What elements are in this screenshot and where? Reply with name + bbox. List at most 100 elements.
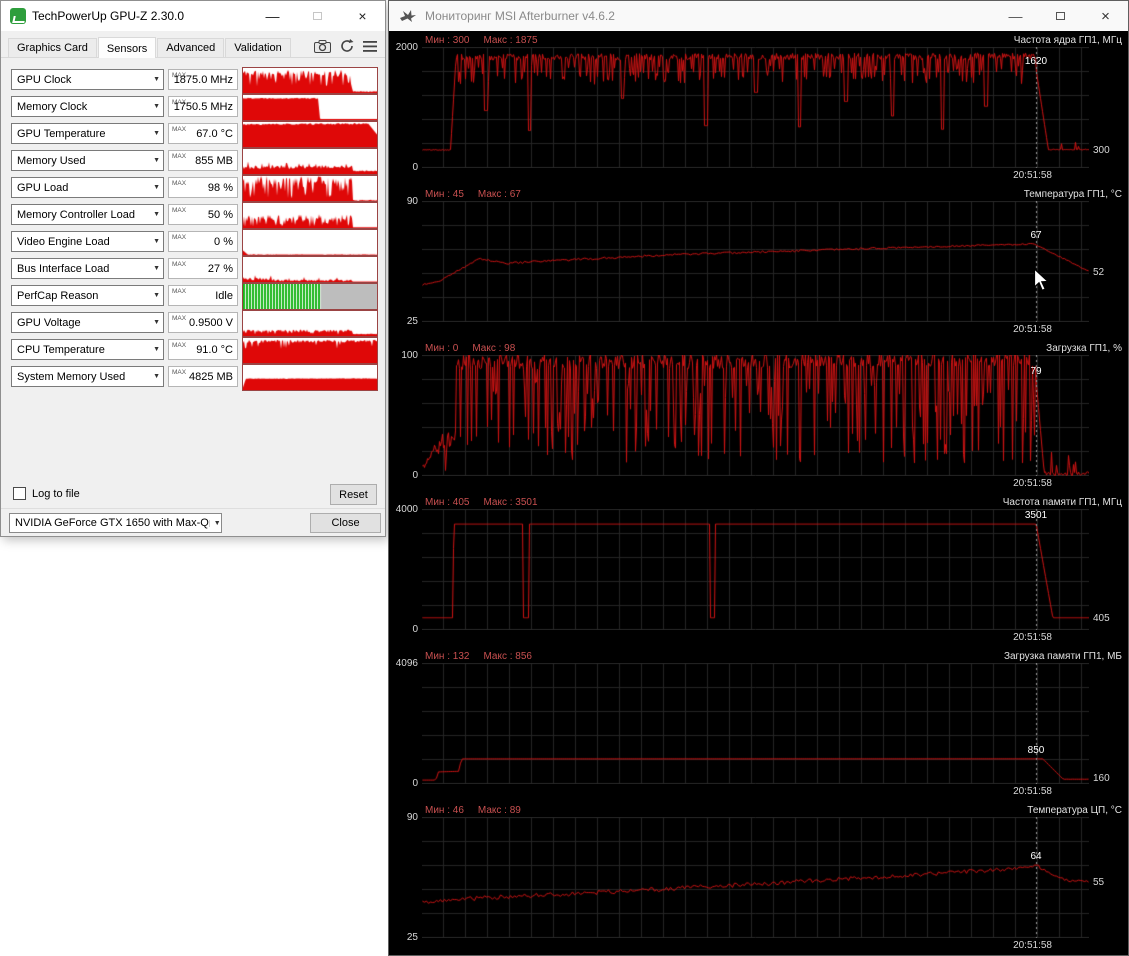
sensor-history-graph bbox=[242, 94, 378, 121]
sensor-name: GPU Voltage bbox=[17, 316, 81, 329]
sensor-name: GPU Clock bbox=[17, 73, 72, 86]
sensor-reading: 855 MB bbox=[195, 154, 233, 167]
graph-max-label: Макс : 3501 bbox=[483, 496, 538, 508]
sensor-select[interactable]: CPU Temperature ▼ bbox=[11, 339, 164, 360]
sensor-value[interactable]: MAX 0 % bbox=[168, 231, 238, 252]
sensor-value[interactable]: MAX 0.9500 V bbox=[168, 312, 238, 333]
gpuz-minimize-button[interactable]: — bbox=[250, 1, 295, 31]
monitor-graph-panel: Мин : 132 Макс : 856 Загрузка памяти ГП1,… bbox=[389, 647, 1128, 801]
sensor-select[interactable]: System Memory Used ▼ bbox=[11, 366, 164, 387]
refresh-icon bbox=[341, 39, 354, 52]
gpuz-close-button[interactable]: × bbox=[340, 1, 385, 31]
sensor-name: Memory Clock bbox=[17, 100, 88, 113]
screenshot-button[interactable] bbox=[314, 39, 331, 53]
sensor-history-graph bbox=[242, 283, 378, 310]
afterburner-close-button[interactable]: × bbox=[1083, 1, 1128, 31]
sensor-list: GPU Clock ▼ MAX 1875.0 MHz Memory Clock … bbox=[1, 66, 385, 391]
y-axis-max-label: 90 bbox=[406, 196, 418, 207]
graph-timestamp: 20:51:58 bbox=[1013, 478, 1052, 489]
monitoring-graphs: Мин : 300 Макс : 1875 Частота ядра ГП1, М… bbox=[389, 31, 1128, 955]
sensor-name: Video Engine Load bbox=[17, 235, 110, 248]
hamburger-menu-icon bbox=[363, 40, 377, 52]
graph-min-label: Мин : 300 bbox=[425, 34, 470, 46]
sensor-value[interactable]: MAX 67.0 °C bbox=[168, 123, 238, 144]
sensor-name: Memory Used bbox=[17, 154, 86, 167]
sensor-max-badge: MAX bbox=[172, 261, 187, 268]
graph-plot[interactable] bbox=[422, 201, 1089, 322]
afterburner-minimize-button[interactable]: — bbox=[993, 1, 1038, 31]
graph-plot[interactable] bbox=[422, 817, 1089, 938]
graph-timestamp: 20:51:58 bbox=[1013, 786, 1052, 797]
sensor-value[interactable]: MAX Idle bbox=[168, 285, 238, 306]
sensor-history-graph bbox=[242, 337, 378, 364]
y-axis-max-label: 90 bbox=[406, 812, 418, 823]
gpuz-logo-icon bbox=[10, 8, 26, 24]
monitor-graph-panel: Мин : 405 Макс : 3501 Частота памяти ГП1,… bbox=[389, 493, 1128, 647]
refresh-button[interactable] bbox=[340, 39, 354, 53]
tab-validation[interactable]: Validation bbox=[225, 38, 291, 57]
sensor-select[interactable]: Memory Clock ▼ bbox=[11, 96, 164, 117]
sensor-select[interactable]: GPU Clock ▼ bbox=[11, 69, 164, 90]
tab-graphics-card[interactable]: Graphics Card bbox=[8, 38, 97, 57]
monitor-graph-panel: Мин : 46 Макс : 89 Температура ЦП, °C 90 … bbox=[389, 801, 1128, 955]
sensor-select[interactable]: Memory Controller Load ▼ bbox=[11, 204, 164, 225]
sensor-history-graph bbox=[242, 67, 378, 94]
chevron-down-icon: ▼ bbox=[153, 184, 160, 191]
sensor-select[interactable]: Bus Interface Load ▼ bbox=[11, 258, 164, 279]
sensor-value[interactable]: MAX 27 % bbox=[168, 258, 238, 279]
sensor-value[interactable]: MAX 1750.5 MHz bbox=[168, 96, 238, 117]
graph-timestamp: 20:51:58 bbox=[1013, 632, 1052, 643]
gpu-select[interactable]: NVIDIA GeForce GTX 1650 with Max-Q ▼ bbox=[9, 513, 222, 533]
afterburner-icon bbox=[400, 10, 416, 22]
sensor-reading: 91.0 °C bbox=[196, 343, 233, 356]
sensor-reading: 4825 MB bbox=[188, 370, 233, 383]
sensor-name: GPU Temperature bbox=[17, 127, 106, 140]
y-axis-max-label: 4000 bbox=[395, 504, 418, 515]
sensor-max-badge: MAX bbox=[172, 180, 187, 187]
sensor-name: GPU Load bbox=[17, 181, 69, 194]
close-button[interactable]: Close bbox=[310, 513, 381, 533]
sensor-reading: 1875.0 MHz bbox=[173, 73, 233, 86]
sensor-reading: 0 % bbox=[214, 235, 233, 248]
chevron-down-icon: ▼ bbox=[153, 103, 160, 110]
log-to-file[interactable]: Log to file bbox=[13, 487, 80, 500]
chevron-down-icon: ▼ bbox=[208, 519, 221, 527]
y-axis-min-label: 0 bbox=[412, 470, 418, 481]
graph-min-label: Мин : 46 bbox=[425, 804, 464, 816]
reset-button[interactable]: Reset bbox=[330, 484, 377, 505]
graph-title: Частота памяти ГП1, МГц bbox=[1002, 496, 1122, 508]
sensor-row: GPU Load ▼ MAX 98 % bbox=[1, 174, 385, 202]
y-axis-min-label: 25 bbox=[406, 932, 418, 943]
graph-timestamp: 20:51:58 bbox=[1013, 940, 1052, 951]
sensor-select[interactable]: GPU Load ▼ bbox=[11, 177, 164, 198]
graph-plot[interactable] bbox=[422, 355, 1089, 476]
sensor-select[interactable]: PerfCap Reason ▼ bbox=[11, 285, 164, 306]
sensor-select[interactable]: GPU Temperature ▼ bbox=[11, 123, 164, 144]
afterburner-maximize-button bbox=[1038, 1, 1083, 31]
graph-current-value: 64 bbox=[1030, 851, 1042, 862]
sensor-value[interactable]: MAX 91.0 °C bbox=[168, 339, 238, 360]
sensor-select[interactable]: Memory Used ▼ bbox=[11, 150, 164, 171]
gpuz-window: TechPowerUp GPU-Z 2.30.0 — × Graphics Ca… bbox=[0, 0, 386, 537]
sensor-name: System Memory Used bbox=[17, 370, 126, 383]
menu-button[interactable] bbox=[363, 40, 377, 52]
tab-advanced[interactable]: Advanced bbox=[157, 38, 225, 57]
sensor-select[interactable]: Video Engine Load ▼ bbox=[11, 231, 164, 252]
sensor-value[interactable]: MAX 1875.0 MHz bbox=[168, 69, 238, 90]
sensor-select[interactable]: GPU Voltage ▼ bbox=[11, 312, 164, 333]
graph-plot[interactable] bbox=[422, 47, 1089, 168]
graph-plot[interactable] bbox=[422, 663, 1089, 784]
sensor-name: Memory Controller Load bbox=[17, 208, 135, 221]
graph-title: Загрузка памяти ГП1, МБ bbox=[1003, 650, 1122, 662]
sensor-value[interactable]: MAX 4825 MB bbox=[168, 366, 238, 387]
sensor-max-badge: MAX bbox=[172, 153, 187, 160]
graph-plot[interactable] bbox=[422, 509, 1089, 630]
sensor-history-graph bbox=[242, 310, 378, 337]
sensor-value[interactable]: MAX 50 % bbox=[168, 204, 238, 225]
sensor-history-graph bbox=[242, 202, 378, 229]
graph-current-value: 67 bbox=[1030, 230, 1042, 241]
tab-sensors[interactable]: Sensors bbox=[97, 37, 157, 58]
sensor-value[interactable]: MAX 98 % bbox=[168, 177, 238, 198]
log-to-file-checkbox[interactable] bbox=[13, 487, 26, 500]
sensor-value[interactable]: MAX 855 MB bbox=[168, 150, 238, 171]
